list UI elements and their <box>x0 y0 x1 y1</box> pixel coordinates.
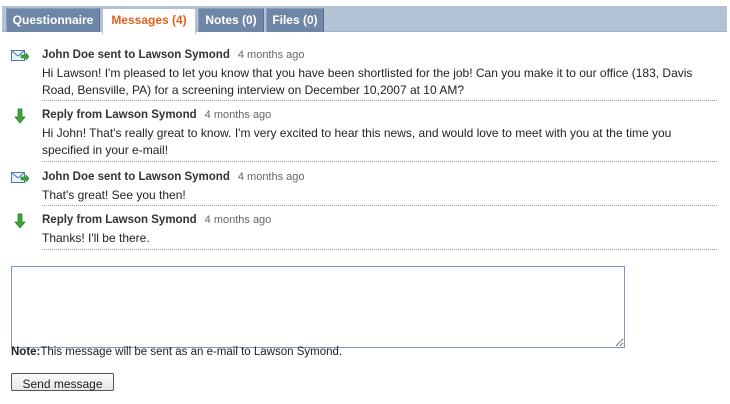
timestamp: 4 months ago <box>204 214 272 226</box>
sender-label: Reply from Lawson Symond <box>42 109 197 121</box>
list-item: John Doe sent to Lawson Symond 4 months a… <box>42 48 717 101</box>
message-body: Hi John! That's really great to know. I'… <box>42 126 672 157</box>
tab-bar: Questionnaire Messages (4) Notes (0) Fil… <box>2 6 727 34</box>
reply-arrow-icon <box>14 108 26 124</box>
send-message-button[interactable]: Send message <box>11 373 114 391</box>
message-body: That's great! See you then! <box>42 188 186 202</box>
tab-notes[interactable]: Notes (0) <box>198 8 264 32</box>
mail-sent-icon <box>11 172 29 183</box>
timestamp: 4 months ago <box>237 49 305 61</box>
list-item: Reply from Lawson Symond 4 months ago Tha… <box>42 213 717 250</box>
sender-label: John Doe sent to Lawson Symond <box>42 49 230 61</box>
message-body: Hi Lawson! I'm pleased to let you know t… <box>42 66 693 97</box>
message-body: Thanks! I'll be there. <box>42 231 150 245</box>
mail-sent-icon <box>11 50 29 61</box>
tab-files[interactable]: Files (0) <box>266 8 324 32</box>
reply-arrow-icon <box>14 213 26 229</box>
sender-label: Reply from Lawson Symond <box>42 214 197 226</box>
timestamp: 4 months ago <box>204 109 272 121</box>
send-note: Note:This message will be sent as an e-m… <box>11 346 342 358</box>
tab-messages[interactable]: Messages (4) <box>102 8 196 34</box>
tab-questionnaire[interactable]: Questionnaire <box>6 8 100 32</box>
sender-label: John Doe sent to Lawson Symond <box>42 171 230 183</box>
timestamp: 4 months ago <box>237 171 305 183</box>
note-text: This message will be sent as an e-mail t… <box>40 346 343 358</box>
note-label: Note: <box>11 346 41 358</box>
message-compose-input[interactable] <box>11 266 625 348</box>
list-item: Reply from Lawson Symond 4 months ago Hi … <box>42 108 717 162</box>
list-item: John Doe sent to Lawson Symond 4 months a… <box>42 170 717 206</box>
